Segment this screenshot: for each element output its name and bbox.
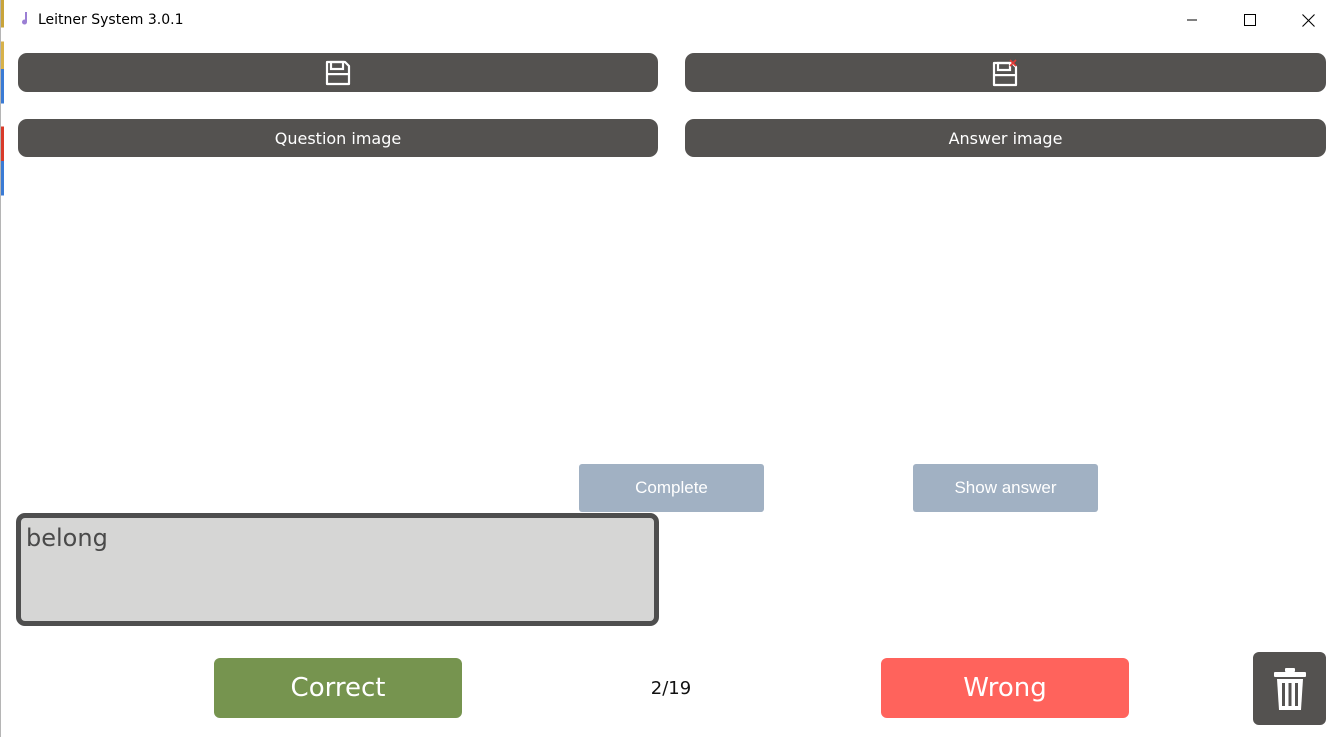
answer-input-value: belong xyxy=(26,524,108,552)
window-title: Leitner System 3.0.1 xyxy=(38,12,184,28)
minimize-button[interactable] xyxy=(1163,0,1221,40)
question-image-button[interactable]: Question image xyxy=(18,119,658,157)
answer-image-button[interactable]: Answer image xyxy=(685,119,1326,157)
save-icon xyxy=(325,60,351,85)
maximize-button[interactable] xyxy=(1221,0,1279,40)
show-answer-button[interactable]: Show answer xyxy=(913,464,1098,512)
answer-input[interactable]: belong xyxy=(16,513,659,626)
delete-card-button[interactable] xyxy=(1253,652,1326,725)
card-counter: 2/19 xyxy=(650,678,692,699)
maximize-icon xyxy=(1244,14,1256,26)
minimize-icon xyxy=(1187,19,1197,21)
save-delete-icon xyxy=(992,58,1017,86)
correct-button[interactable]: Correct xyxy=(214,658,462,718)
music-note-icon xyxy=(21,11,31,27)
save-answer-button[interactable] xyxy=(685,53,1326,92)
wrong-button[interactable]: Wrong xyxy=(881,658,1129,718)
save-question-button[interactable] xyxy=(18,53,658,92)
complete-button[interactable]: Complete xyxy=(579,464,764,512)
close-button[interactable] xyxy=(1279,0,1337,40)
app-window: Leitner System 3.0.1 Question image Answ… xyxy=(0,0,1337,737)
title-bar[interactable]: Leitner System 3.0.1 xyxy=(1,0,1337,40)
trash-icon xyxy=(1273,667,1306,710)
close-icon xyxy=(1301,13,1315,27)
